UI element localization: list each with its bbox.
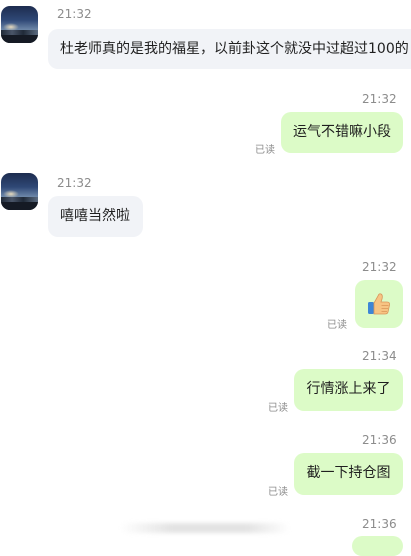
message-text: 嘻嘻当然啦 (60, 208, 130, 224)
message-timestamp: 21:32 (362, 92, 397, 106)
message-text: 运气不错嘛小段 (293, 124, 391, 140)
message-timestamp: 21:36 (362, 433, 397, 447)
read-status: 已读 (268, 403, 288, 414)
outgoing-message-bubble[interactable]: 行情涨上来了 (294, 369, 403, 411)
avatar[interactable] (1, 6, 38, 43)
read-status: 已读 (268, 487, 288, 498)
message-timestamp: 21:32 (57, 176, 92, 190)
message-text: 杜老师真的是我的福星，以前卦这个就没中过超过100的 (60, 41, 409, 57)
message-timestamp: 21:36 (362, 517, 397, 531)
message-text: 截一下持仓图 (306, 465, 391, 481)
incoming-message-bubble[interactable]: 杜老师真的是我的福星，以前卦这个就没中过超过100的 (48, 29, 411, 69)
read-status: 已读 (255, 145, 275, 156)
message-timestamp: 21:32 (362, 260, 397, 274)
outgoing-message-bubble[interactable] (355, 280, 403, 328)
thumbs-up-icon (368, 293, 390, 315)
message-text: 行情涨上来了 (306, 381, 391, 397)
avatar[interactable] (1, 173, 38, 210)
message-timestamp: 21:34 (362, 349, 397, 363)
outgoing-message-bubble[interactable]: 截一下持仓图 (294, 453, 403, 495)
outgoing-message-bubble[interactable] (352, 536, 403, 556)
outgoing-message-bubble[interactable]: 运气不错嘛小段 (281, 112, 403, 153)
message-timestamp: 21:32 (57, 7, 92, 21)
read-status: 已读 (327, 320, 347, 331)
blurred-content (120, 523, 290, 533)
incoming-message-bubble[interactable]: 嘻嘻当然啦 (48, 196, 143, 237)
